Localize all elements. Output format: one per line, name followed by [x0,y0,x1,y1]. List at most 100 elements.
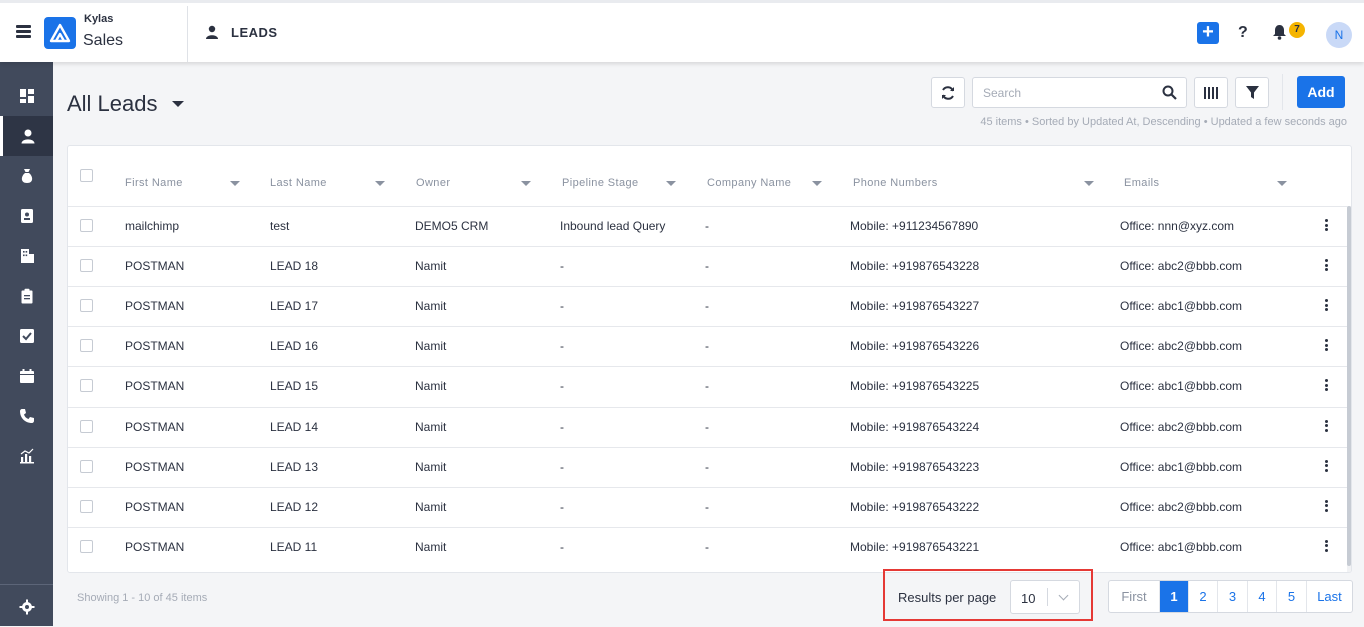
more-options-icon[interactable] [1325,459,1328,474]
row-checkbox[interactable] [80,339,93,353]
more-options-icon[interactable] [1325,499,1328,514]
page-last[interactable]: Last [1306,581,1352,612]
more-options-icon[interactable] [1325,259,1328,273]
add-lead-button[interactable]: Add [1297,76,1345,108]
table-row[interactable]: POSTMAN LEAD 11 Namit - - Mobile: +9198765432… [68,526,1351,567]
more-options-icon[interactable] [1325,379,1328,393]
more-options-icon[interactable] [1325,339,1328,353]
sidebar-item-todo[interactable] [0,316,53,356]
column-header-emails[interactable]: Emails [1124,177,1159,189]
row-checkbox[interactable] [80,379,93,393]
sidebar-item-tasks[interactable] [0,276,53,316]
page-title[interactable]: All Leads [67,91,158,117]
row-checkbox[interactable] [80,419,93,433]
filter-button[interactable] [1235,77,1269,108]
cell-first-name[interactable]: POSTMAN [125,540,184,554]
cell-phone-number: Mobile: +919876543221 [850,539,980,554]
columns-button[interactable] [1194,77,1228,108]
sidebar-item-leads[interactable] [0,116,53,156]
sort-caret-icon[interactable] [230,181,240,186]
table-row[interactable]: POSTMAN LEAD 15 Namit - - Mobile: +9198765432… [68,366,1351,406]
more-options-icon[interactable] [1325,539,1328,554]
hamburger-menu-icon[interactable] [16,25,31,38]
cell-last-name[interactable]: LEAD 12 [270,500,318,514]
refresh-button[interactable] [931,77,965,108]
search-icon[interactable] [1162,85,1177,105]
column-header-last-name[interactable]: Last Name [270,177,327,189]
kylas-logo[interactable] [44,17,76,49]
chevron-down-icon[interactable] [1058,590,1069,601]
sort-caret-icon[interactable] [1084,181,1094,186]
table-row[interactable]: POSTMAN LEAD 14 Namit - - Mobile: +9198765432… [68,406,1351,447]
table-scrollbar[interactable] [1347,206,1351,572]
cell-first-name[interactable]: POSTMAN [125,299,184,313]
page-3[interactable]: 3 [1217,581,1247,612]
table-row[interactable]: POSTMAN LEAD 13 Namit - - Mobile: +9198765432… [68,446,1351,487]
column-header-owner[interactable]: Owner [416,177,450,189]
page-4[interactable]: 4 [1247,581,1276,612]
sidebar-item-deals[interactable] [0,156,53,196]
cell-last-name[interactable]: LEAD 15 [270,379,318,393]
row-checkbox[interactable] [80,299,93,313]
cell-first-name[interactable]: POSTMAN [125,259,184,273]
column-header-first-name[interactable]: First Name [125,177,183,189]
sort-caret-icon[interactable] [812,181,822,186]
more-options-icon[interactable] [1325,299,1328,313]
column-header-phone-numbers[interactable]: Phone Numbers [853,177,938,189]
column-header-pipeline-stage[interactable]: Pipeline Stage [562,177,639,189]
cell-first-name[interactable]: POSTMAN [125,339,184,353]
row-checkbox[interactable] [80,259,93,273]
sidebar-item-calendar[interactable] [0,356,53,396]
avatar[interactable]: N [1326,22,1352,48]
sidebar-item-dashboard[interactable] [0,76,53,116]
table-row[interactable]: mailchimp test DEMO5 CRM Inbound lead Query… [68,206,1351,246]
sidebar-item-settings[interactable] [0,587,53,627]
table-row[interactable]: POSTMAN LEAD 18 Namit - - Mobile: +9198765432… [68,246,1351,286]
view-dropdown-caret-icon[interactable] [172,101,184,107]
sidebar-item-contacts[interactable] [0,196,53,236]
sort-caret-icon[interactable] [375,181,385,186]
cell-owner: Namit [415,299,447,314]
cell-first-name[interactable]: POSTMAN [125,500,184,514]
row-checkbox[interactable] [80,459,93,473]
table-row[interactable]: POSTMAN LEAD 17 Namit - - Mobile: +9198765432… [68,286,1351,326]
scrollbar-thumb[interactable] [1347,206,1351,566]
cell-first-name[interactable]: POSTMAN [125,460,184,474]
cell-last-name[interactable]: LEAD 17 [270,299,318,313]
sort-caret-icon[interactable] [521,181,531,186]
cell-last-name[interactable]: LEAD 16 [270,339,318,353]
cell-last-name[interactable]: LEAD 14 [270,420,318,434]
page-first[interactable]: First [1109,581,1159,612]
help-icon[interactable]: ? [1238,24,1248,42]
row-checkbox[interactable] [80,219,93,232]
row-checkbox[interactable] [80,499,93,513]
sort-caret-icon[interactable] [1277,181,1287,186]
cell-first-name[interactable]: mailchimp [125,219,179,233]
sort-caret-icon[interactable] [666,181,676,186]
sidebar-item-reports[interactable] [0,436,53,476]
more-options-icon[interactable] [1325,419,1328,434]
cell-last-name[interactable]: test [270,219,289,233]
page-2[interactable]: 2 [1188,581,1217,612]
select-all-checkbox[interactable] [80,169,93,182]
bell-icon[interactable] [1272,24,1287,45]
sidebar-item-calls[interactable] [0,396,53,436]
row-checkbox[interactable] [80,539,93,553]
table-row[interactable]: POSTMAN LEAD 16 Namit - - Mobile: +9198765432… [68,326,1351,366]
cell-first-name[interactable]: POSTMAN [125,420,184,434]
page-1[interactable]: 1 [1159,581,1188,612]
cell-first-name[interactable]: POSTMAN [125,379,184,393]
sidebar-item-companies[interactable] [0,236,53,276]
quick-add-button[interactable]: + [1197,22,1219,44]
cell-last-name[interactable]: LEAD 13 [270,460,318,474]
page-5[interactable]: 5 [1276,581,1306,612]
search-input[interactable] [983,86,1153,100]
more-options-icon[interactable] [1325,219,1328,233]
table-row[interactable]: POSTMAN LEAD 12 Namit - - Mobile: +9198765432… [68,486,1351,527]
cell-last-name[interactable]: LEAD 11 [270,540,317,554]
results-per-page-label: Results per page [898,590,997,605]
search-field[interactable] [972,77,1187,108]
column-header-company-name[interactable]: Company Name [707,177,791,189]
results-per-page-select[interactable]: 10 [1010,580,1080,614]
cell-last-name[interactable]: LEAD 18 [270,259,318,273]
